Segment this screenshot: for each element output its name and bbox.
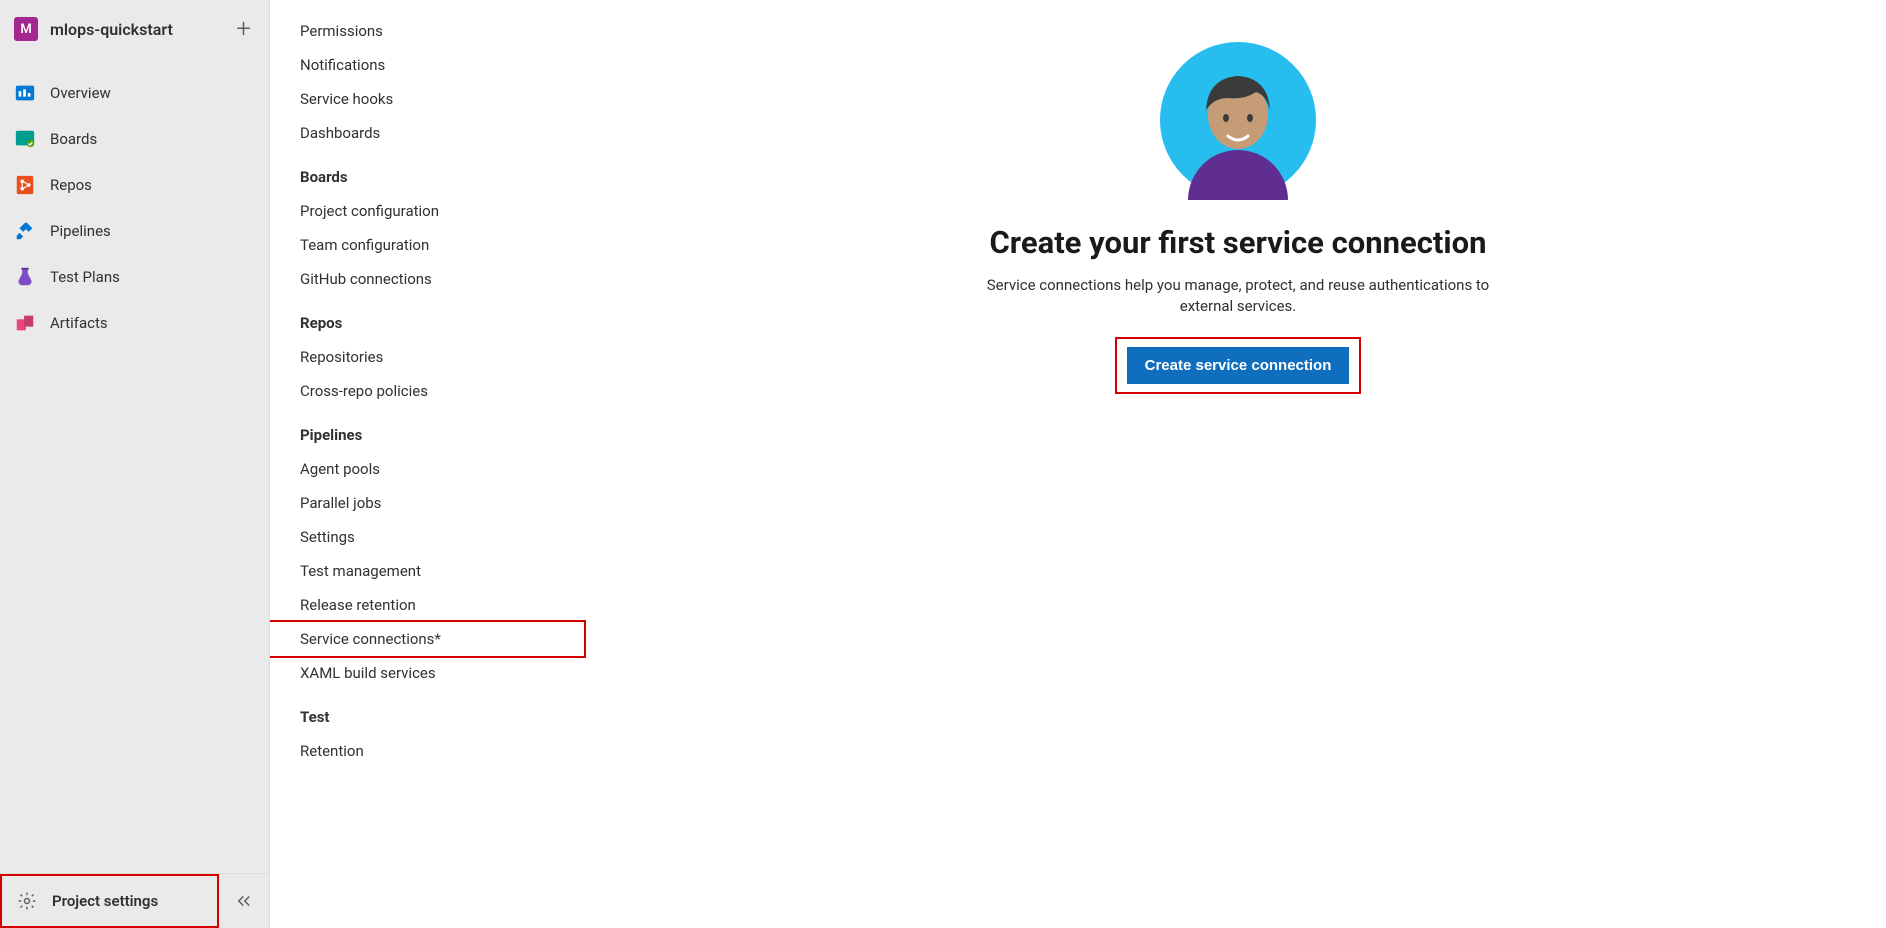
create-service-connection-button[interactable]: Create service connection xyxy=(1127,347,1350,384)
settings-link-project-configuration[interactable]: Project configuration xyxy=(270,194,590,228)
test-plans-icon xyxy=(14,266,36,288)
settings-link-permissions[interactable]: Permissions xyxy=(270,14,590,48)
empty-state-illustration xyxy=(1158,40,1318,200)
project-name[interactable]: mlops-quickstart xyxy=(50,20,220,39)
cta-highlight-box: Create service connection xyxy=(1115,337,1362,394)
settings-link-repositories[interactable]: Repositories xyxy=(270,340,590,374)
settings-group-test: Test xyxy=(270,690,590,734)
settings-link-release-retention[interactable]: Release retention xyxy=(270,588,590,622)
settings-link-xaml-build-services[interactable]: XAML build services xyxy=(270,656,590,690)
settings-nav[interactable]: Permissions Notifications Service hooks … xyxy=(270,0,590,928)
nav-label: Repos xyxy=(50,176,92,194)
nav-item-boards[interactable]: Boards xyxy=(0,116,269,162)
settings-link-agent-pools[interactable]: Agent pools xyxy=(270,452,590,486)
nav-label: Test Plans xyxy=(50,268,120,286)
nav-item-artifacts[interactable]: Artifacts xyxy=(0,300,269,346)
chevron-double-left-icon xyxy=(235,892,253,910)
artifacts-icon xyxy=(14,312,36,334)
settings-link-dashboards[interactable]: Dashboards xyxy=(270,116,590,150)
sidebar-header: M mlops-quickstart + xyxy=(0,0,269,52)
nav-item-test-plans[interactable]: Test Plans xyxy=(0,254,269,300)
nav-item-overview[interactable]: Overview xyxy=(0,70,269,116)
settings-link-team-configuration[interactable]: Team configuration xyxy=(270,228,590,262)
settings-group-boards: Boards xyxy=(270,150,590,194)
nav-label: Overview xyxy=(50,84,111,102)
project-settings-button[interactable]: Project settings xyxy=(0,874,219,928)
page-title: Create your first service connection xyxy=(990,224,1487,261)
settings-link-test-management[interactable]: Test management xyxy=(270,554,590,588)
sidebar-footer: Project settings xyxy=(0,873,269,928)
settings-link-github-connections[interactable]: GitHub connections xyxy=(270,262,590,296)
pipelines-icon xyxy=(14,220,36,242)
repos-icon xyxy=(14,174,36,196)
nav-label: Artifacts xyxy=(50,314,108,332)
collapse-sidebar-button[interactable] xyxy=(219,878,269,924)
boards-icon xyxy=(14,128,36,150)
project-settings-label: Project settings xyxy=(52,892,158,910)
page-description: Service connections help you manage, pro… xyxy=(968,275,1508,317)
nav-label: Pipelines xyxy=(50,222,111,240)
settings-link-notifications[interactable]: Notifications xyxy=(270,48,590,82)
settings-link-retention[interactable]: Retention xyxy=(270,734,590,768)
settings-link-settings[interactable]: Settings xyxy=(270,520,590,554)
project-sidebar: M mlops-quickstart + Overview Boards Rep… xyxy=(0,0,270,928)
settings-group-repos: Repos xyxy=(270,296,590,340)
nav-list: Overview Boards Repos Pipelines Test Pla… xyxy=(0,52,269,346)
project-avatar[interactable]: M xyxy=(14,17,38,41)
overview-icon xyxy=(14,82,36,104)
settings-link-cross-repo-policies[interactable]: Cross-repo policies xyxy=(270,374,590,408)
nav-label: Boards xyxy=(50,130,97,148)
nav-item-repos[interactable]: Repos xyxy=(0,162,269,208)
settings-link-parallel-jobs[interactable]: Parallel jobs xyxy=(270,486,590,520)
settings-link-service-connections[interactable]: Service connections* xyxy=(270,620,586,658)
nav-item-pipelines[interactable]: Pipelines xyxy=(0,208,269,254)
add-button[interactable]: + xyxy=(232,16,255,42)
main-content: Create your first service connection Ser… xyxy=(590,0,1886,928)
settings-link-service-hooks[interactable]: Service hooks xyxy=(270,82,590,116)
gear-icon xyxy=(16,890,38,912)
settings-group-pipelines: Pipelines xyxy=(270,408,590,452)
plus-icon: + xyxy=(236,14,251,44)
